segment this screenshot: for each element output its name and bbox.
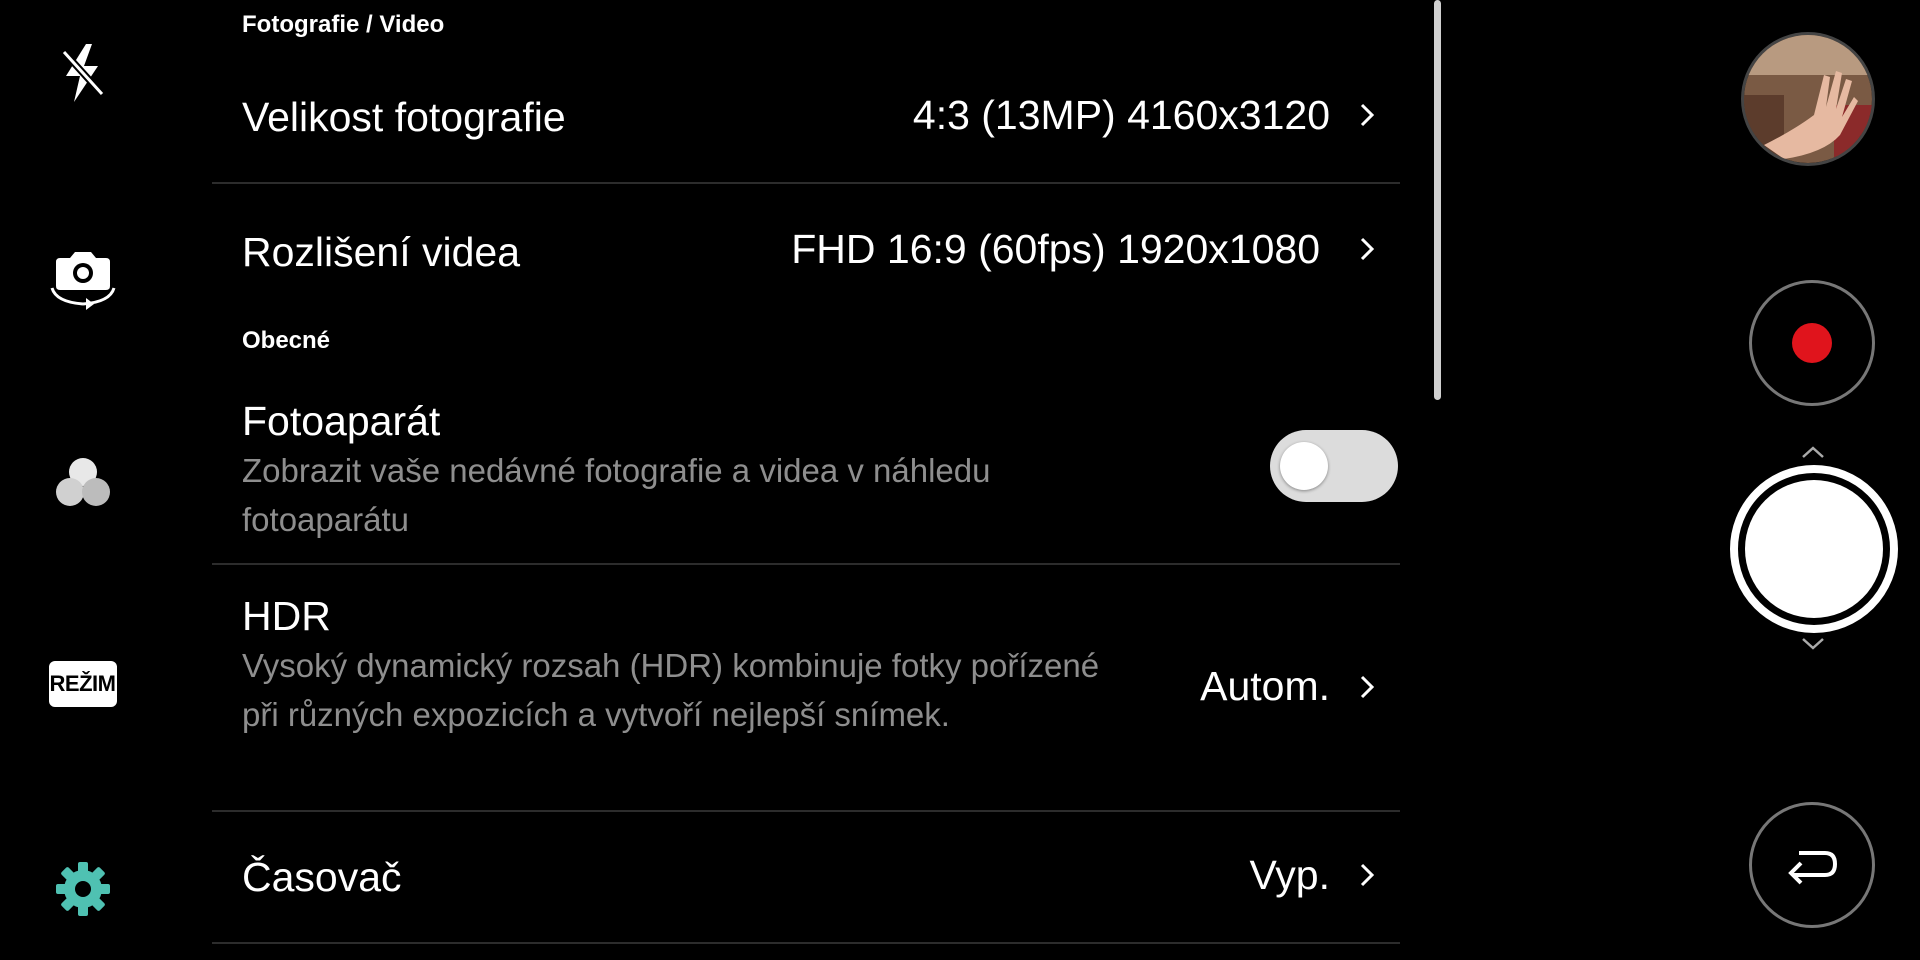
setting-row-camera-preview[interactable]: Fotoaparát Zobrazit vaše nedávné fotogra… — [212, 390, 1400, 562]
setting-description: Vysoký dynamický rozsah (HDR) kombinuje … — [242, 647, 1100, 733]
chevron-down-icon — [1798, 635, 1828, 653]
toggle-knob — [1280, 442, 1328, 490]
setting-title: HDR — [242, 593, 331, 639]
settings-button[interactable] — [40, 846, 125, 931]
setting-value: FHD 16:9 (60fps) 1920x1080 — [791, 226, 1320, 272]
setting-title: Rozlišení videa — [242, 229, 521, 275]
mode-button[interactable]: REŽIM — [40, 641, 125, 726]
shutter-inner — [1745, 480, 1883, 618]
switch-camera-button[interactable] — [40, 236, 125, 321]
setting-value: Autom. — [1200, 663, 1330, 709]
scrollbar[interactable] — [1434, 0, 1441, 400]
camera-settings-screen: REŽIM Fotografie / Video Velikost fotogr… — [0, 0, 1920, 960]
flash-toggle-button[interactable] — [40, 30, 125, 115]
setting-value: Vyp. — [1249, 852, 1330, 898]
settings-list: Fotografie / Video Velikost fotografie 4… — [212, 0, 1400, 960]
camera-preview-toggle[interactable] — [1270, 430, 1398, 502]
setting-description: Zobrazit vaše nedávné fotografie a videa… — [242, 452, 991, 538]
back-icon — [1788, 851, 1838, 885]
setting-value: 4:3 (13MP) 4160x3120 — [912, 92, 1330, 138]
left-rail: REŽIM — [0, 0, 170, 960]
divider — [212, 942, 1400, 944]
filter-icon — [55, 457, 110, 506]
mode-label: REŽIM — [48, 660, 117, 707]
flash-off-icon — [60, 43, 105, 102]
section-header-general: Obecné — [242, 327, 331, 354]
chevron-right-icon — [1352, 95, 1382, 135]
setting-title: Časovač — [242, 854, 402, 900]
chevron-right-icon — [1352, 229, 1382, 269]
setting-title: Velikost fotografie — [242, 94, 566, 140]
filter-button[interactable] — [40, 440, 125, 525]
gallery-thumbnail-image — [1744, 35, 1872, 163]
right-rail — [1700, 0, 1920, 960]
setting-row-timer[interactable]: Časovač Vyp. — [212, 812, 1400, 942]
chevron-right-icon — [1352, 855, 1382, 895]
chevron-up-icon — [1798, 443, 1828, 461]
shutter-button[interactable] — [1730, 465, 1898, 633]
setting-row-hdr[interactable]: HDR Vysoký dynamický rozsah (HDR) kombin… — [212, 565, 1400, 810]
record-icon — [1792, 323, 1832, 363]
section-header-photo-video: Fotografie / Video — [242, 11, 445, 38]
chevron-right-icon — [1352, 667, 1382, 707]
back-button[interactable] — [1749, 802, 1875, 928]
record-video-button[interactable] — [1749, 280, 1875, 406]
gear-icon — [55, 861, 110, 916]
setting-row-photo-size[interactable]: Velikost fotografie 4:3 (13MP) 4160x3120 — [212, 50, 1400, 184]
gallery-thumbnail[interactable] — [1741, 32, 1875, 166]
setting-title: Fotoaparát — [242, 398, 441, 444]
setting-row-video-resolution[interactable]: Rozlišení videa FHD 16:9 (60fps) 1920x10… — [212, 184, 1400, 314]
switch-camera-icon — [50, 251, 115, 310]
